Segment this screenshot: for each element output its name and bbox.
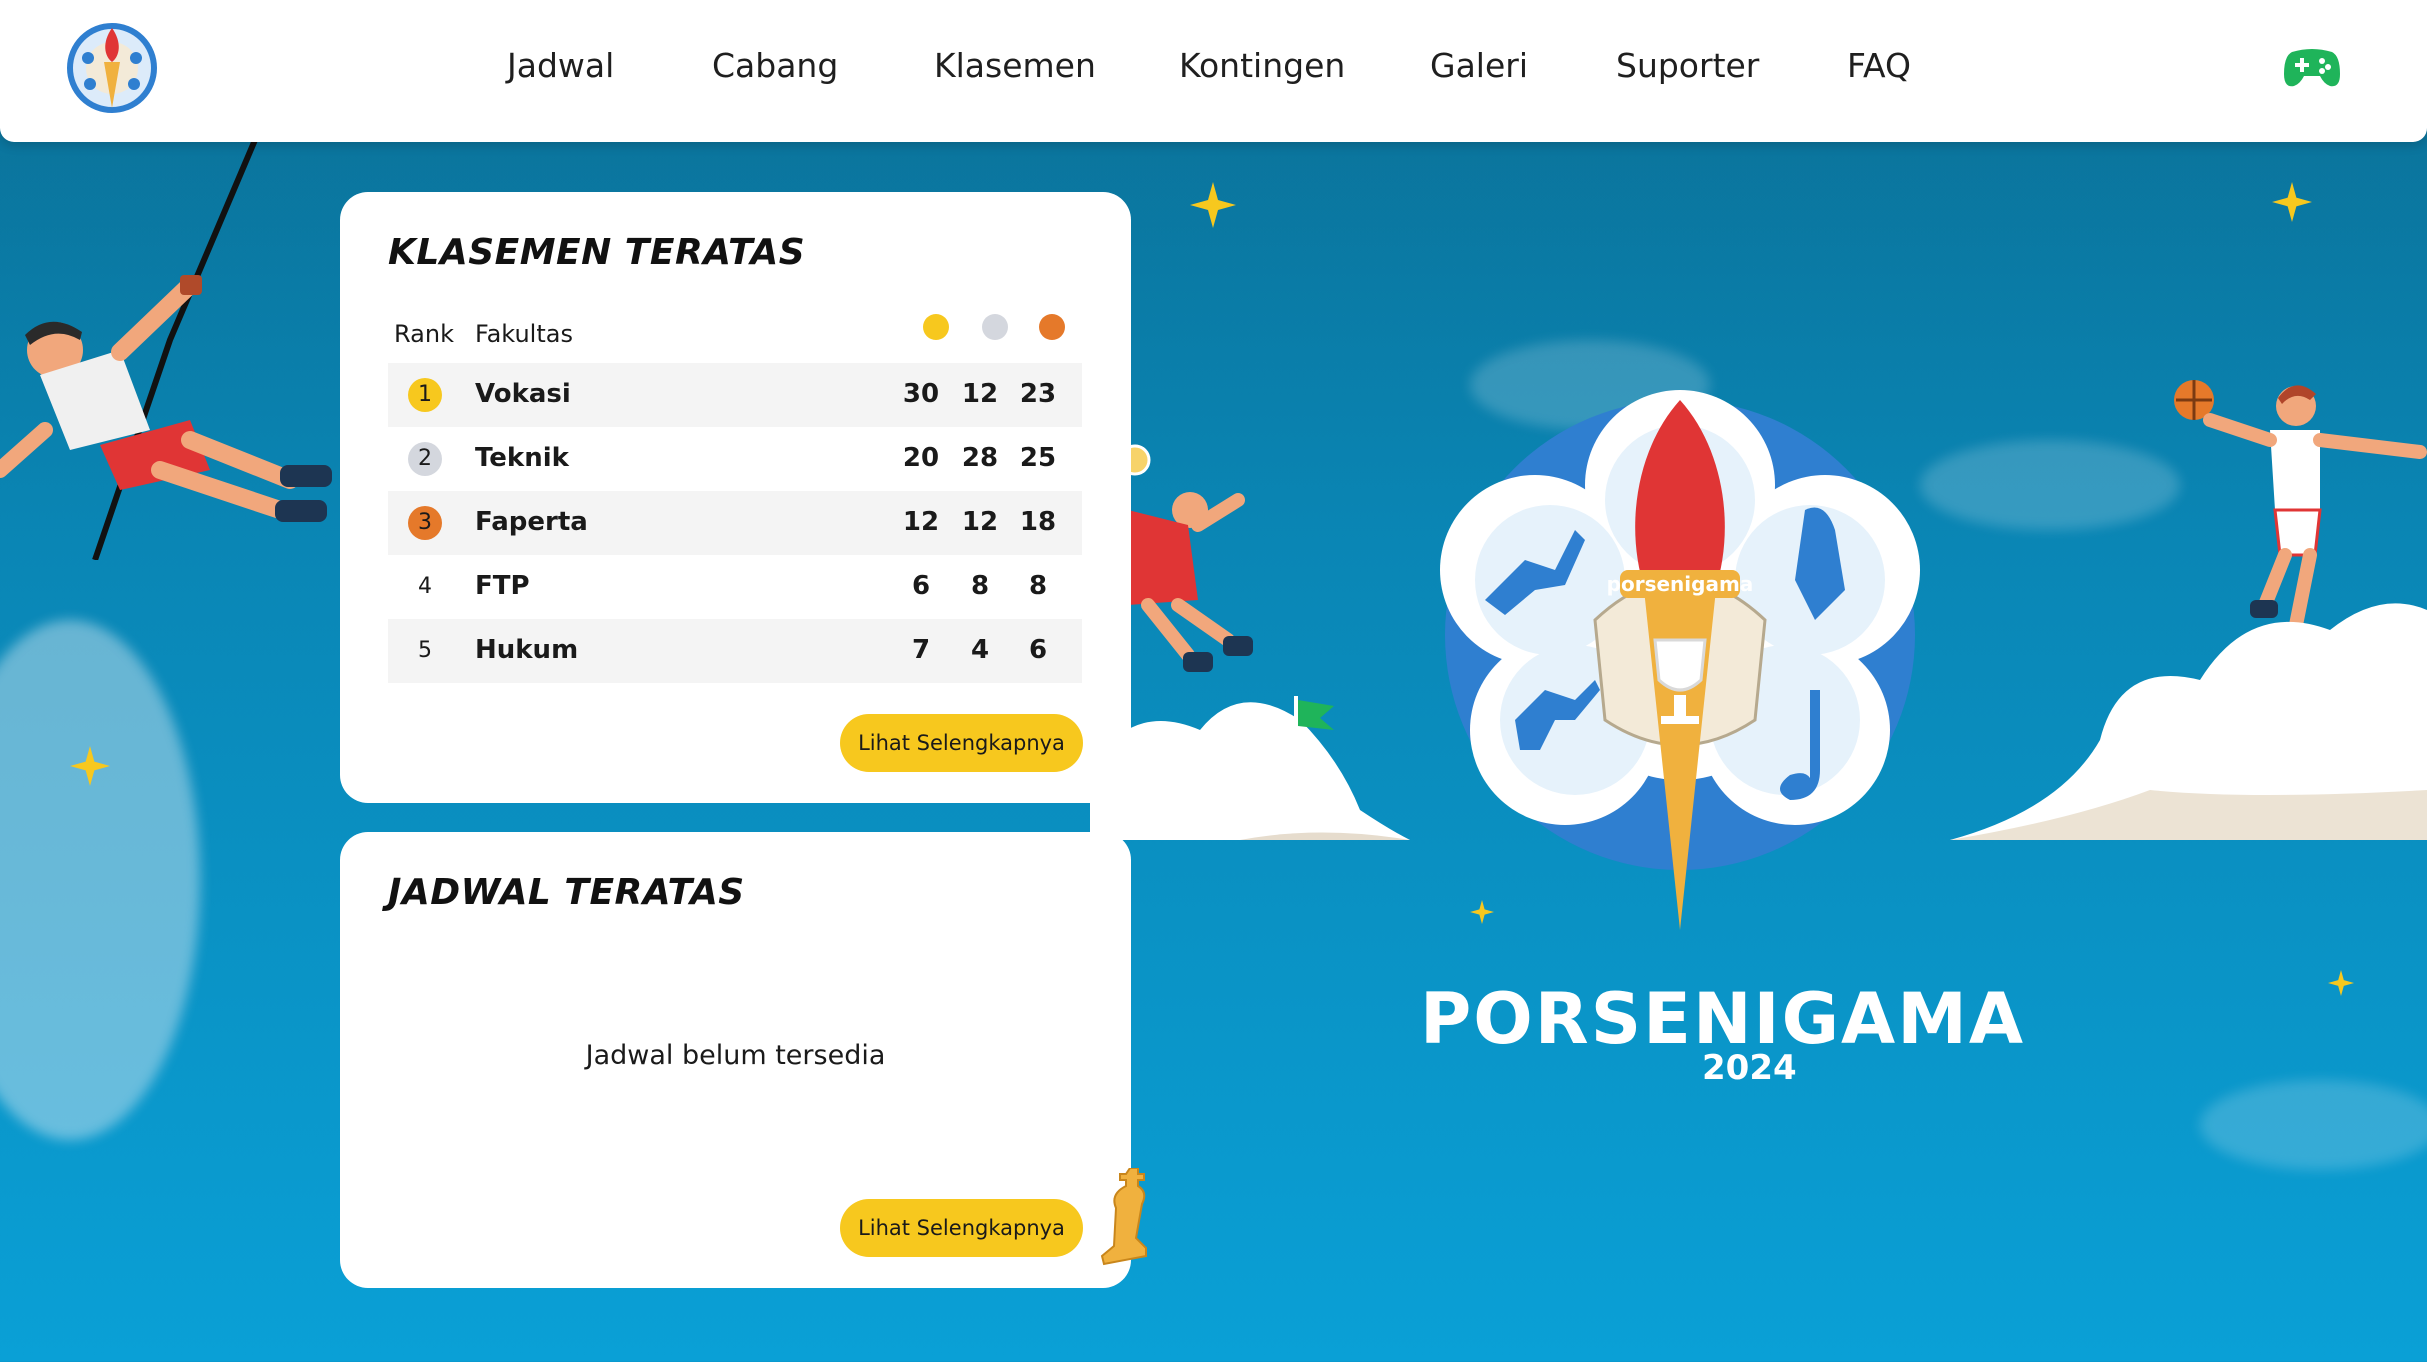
schedule-title: JADWAL TERATAS	[388, 872, 745, 913]
standings-title: KLASEMEN TERATAS	[388, 232, 806, 273]
rank-badge: 2	[408, 442, 442, 476]
silver-count: 8	[970, 571, 990, 601]
climber-illustration	[0, 140, 332, 560]
rank-badge: 1	[408, 378, 442, 412]
nav-kontingen[interactable]: Kontingen	[1179, 46, 1345, 85]
cloud-back-bottom	[2200, 1080, 2427, 1170]
standings-more-button[interactable]: Lihat Selengkapnya	[840, 714, 1083, 772]
rank-number: 4	[418, 574, 432, 599]
bronze-count: 25	[1019, 443, 1057, 473]
rank-number: 5	[418, 638, 432, 663]
porsenigama-emblem: porsenigama	[1440, 390, 1920, 930]
nav-faq[interactable]: FAQ	[1847, 46, 1911, 85]
nav-cabang[interactable]: Cabang	[712, 46, 838, 85]
table-row[interactable]: 5 Hukum 7 4 6	[388, 619, 1082, 683]
table-row[interactable]: 1 Vokasi 30 12 23	[388, 363, 1082, 427]
gamepad-icon[interactable]	[2282, 44, 2342, 92]
emblem-label: porsenigama	[1607, 572, 1754, 596]
star-icon	[2328, 970, 2354, 996]
table-row[interactable]: 3 Faperta 12 12 18	[388, 491, 1082, 555]
faculty-name: Vokasi	[475, 379, 571, 409]
cloud-back-right	[1920, 440, 2180, 530]
nav-galeri[interactable]: Galeri	[1430, 46, 1528, 85]
faculty-name: Teknik	[475, 443, 569, 473]
flag-icon	[1294, 696, 1334, 776]
nav-klasemen[interactable]: Klasemen	[934, 46, 1096, 85]
schedule-empty-message: Jadwal belum tersedia	[585, 1040, 886, 1071]
rank-column-header: Rank	[394, 320, 454, 348]
gold-count: 6	[911, 571, 931, 601]
bronze-count: 18	[1019, 507, 1057, 537]
star-icon	[2272, 182, 2312, 222]
gold-count: 7	[911, 635, 931, 665]
cloud-left	[0, 620, 200, 1140]
silver-count: 12	[961, 379, 999, 409]
rank-badge: 3	[408, 506, 442, 540]
cloud-foreground-right	[1950, 603, 2427, 840]
gold-count: 12	[902, 507, 940, 537]
gold-count: 30	[902, 379, 940, 409]
silver-count: 28	[961, 443, 999, 473]
main-nav: Jadwal Cabang Klasemen Kontingen Galeri …	[0, 0, 2427, 142]
schedule-card: JADWAL TERATAS Jadwal belum tersedia Lih…	[340, 832, 1131, 1288]
table-row[interactable]: 4 FTP 6 8 8	[388, 555, 1082, 619]
bronze-count: 8	[1028, 571, 1048, 601]
nav-jadwal[interactable]: Jadwal	[507, 46, 614, 85]
chess-piece-icon	[1100, 1168, 1147, 1266]
silver-count: 4	[970, 635, 990, 665]
nav-suporter[interactable]: Suporter	[1616, 46, 1759, 85]
star-icon	[70, 746, 110, 786]
standings-card: KLASEMEN TERATAS Rank Fakultas 1 Vokasi …	[340, 192, 1131, 803]
silver-count: 12	[961, 507, 999, 537]
bronze-count: 23	[1019, 379, 1057, 409]
faculty-column-header: Fakultas	[475, 320, 573, 348]
faculty-name: Hukum	[475, 635, 579, 665]
volleyball-player-illustration	[1128, 444, 1253, 672]
table-row[interactable]: 2 Teknik 20 28 25	[388, 427, 1082, 491]
site-header: Jadwal Cabang Klasemen Kontingen Galeri …	[0, 0, 2427, 142]
brand-year: 2024	[1702, 1048, 1797, 1088]
faculty-name: Faperta	[475, 507, 588, 537]
star-icon	[1190, 182, 1236, 228]
gold-medal-icon	[923, 314, 949, 340]
bronze-count: 6	[1028, 635, 1048, 665]
silver-medal-icon	[982, 314, 1008, 340]
brand-wordmark: PORSENIGAMA 2024	[1420, 978, 2023, 1088]
schedule-more-button[interactable]: Lihat Selengkapnya	[840, 1199, 1083, 1257]
gold-count: 20	[902, 443, 940, 473]
bronze-medal-icon	[1039, 314, 1065, 340]
faculty-name: FTP	[475, 571, 530, 601]
